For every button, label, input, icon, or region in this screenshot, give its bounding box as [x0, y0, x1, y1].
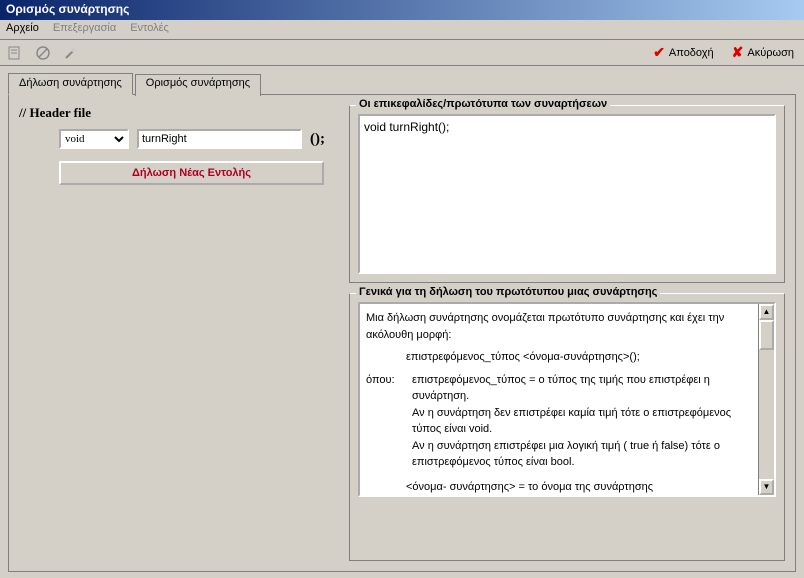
prototypes-legend: Οι επικεφαλίδες/πρωτότυπα των συναρτήσεω…	[356, 98, 610, 110]
help-p3c: Αν η συνάρτηση επιστρέφει μια λογική τιμ…	[412, 438, 750, 471]
cross-icon: ✘	[732, 44, 744, 61]
declare-new-command-button[interactable]: Δήλωση Νέας Εντολής	[59, 161, 324, 185]
prototypes-textarea[interactable]: void turnRight();	[358, 114, 776, 274]
header-file-comment: // Header file	[19, 105, 339, 121]
scroll-down-icon[interactable]: ▼	[759, 479, 774, 495]
scroll-up-icon[interactable]: ▲	[759, 304, 774, 320]
help-p1: Μια δήλωση συνάρτησης ονομάζεται πρωτότυ…	[366, 310, 750, 343]
function-name-input[interactable]	[137, 129, 302, 149]
scroll-thumb[interactable]	[759, 320, 774, 350]
window-titlebar: Ορισμός συνάρτησης	[0, 0, 804, 20]
cancel-label: Ακύρωση	[747, 47, 794, 59]
menu-file[interactable]: Αρχείο	[6, 22, 39, 37]
help-text: Μια δήλωση συνάρτησης ονομάζεται πρωτότυ…	[358, 302, 776, 497]
main-panel: // Header file void (); Δήλωση Νέας Εντο…	[8, 94, 796, 572]
help-legend: Γενικά για τη δήλωση του πρωτότυπου μιας…	[356, 286, 660, 298]
menu-edit[interactable]: Επεξεργασία	[53, 22, 116, 37]
return-type-select[interactable]: void	[59, 129, 129, 149]
prototype-line: void turnRight();	[364, 120, 449, 134]
accept-label: Αποδοχή	[669, 47, 714, 59]
accept-button[interactable]: ✔ Αποδοχή	[647, 42, 719, 63]
tab-declaration[interactable]: Δήλωση συνάρτησης	[8, 73, 133, 95]
prototypes-fieldset: Οι επικεφαλίδες/πρωτότυπα των συναρτήσεω…	[349, 105, 785, 283]
help-p3a: επιστρεφόμενος_τύπος = ο τύπος της τιμής…	[412, 372, 750, 405]
tool-wand-icon[interactable]	[60, 42, 82, 64]
tab-definition[interactable]: Ορισμός συνάρτησης	[135, 74, 261, 96]
scrollbar[interactable]: ▲ ▼	[758, 304, 774, 495]
checkmark-icon: ✔	[653, 44, 665, 61]
window-title: Ορισμός συνάρτησης	[6, 2, 129, 16]
tab-bar: Δήλωση συνάρτησης Ορισμός συνάρτησης	[8, 72, 796, 94]
menu-bar: Αρχείο Επεξεργασία Εντολές	[0, 20, 804, 40]
tool-cancel-icon[interactable]	[32, 42, 54, 64]
help-p4: <όνομα- συνάρτησης> = το όνομα της συνάρ…	[366, 479, 750, 496]
tool-new-icon[interactable]	[4, 42, 26, 64]
menu-commands[interactable]: Εντολές	[130, 22, 169, 37]
help-p3b: Αν η συνάρτηση δεν επιστρέφει καμία τιμή…	[412, 405, 750, 438]
help-fieldset: Γενικά για τη δήλωση του πρωτότυπου μιας…	[349, 293, 785, 561]
help-p2: επιστρεφόμενος_τύπος <όνομα-συνάρτησης>(…	[366, 349, 750, 366]
paren-suffix: ();	[310, 131, 325, 148]
cancel-button[interactable]: ✘ Ακύρωση	[726, 42, 800, 63]
help-where-label: όπου:	[366, 372, 412, 471]
toolbar: ✔ Αποδοχή ✘ Ακύρωση	[0, 40, 804, 66]
